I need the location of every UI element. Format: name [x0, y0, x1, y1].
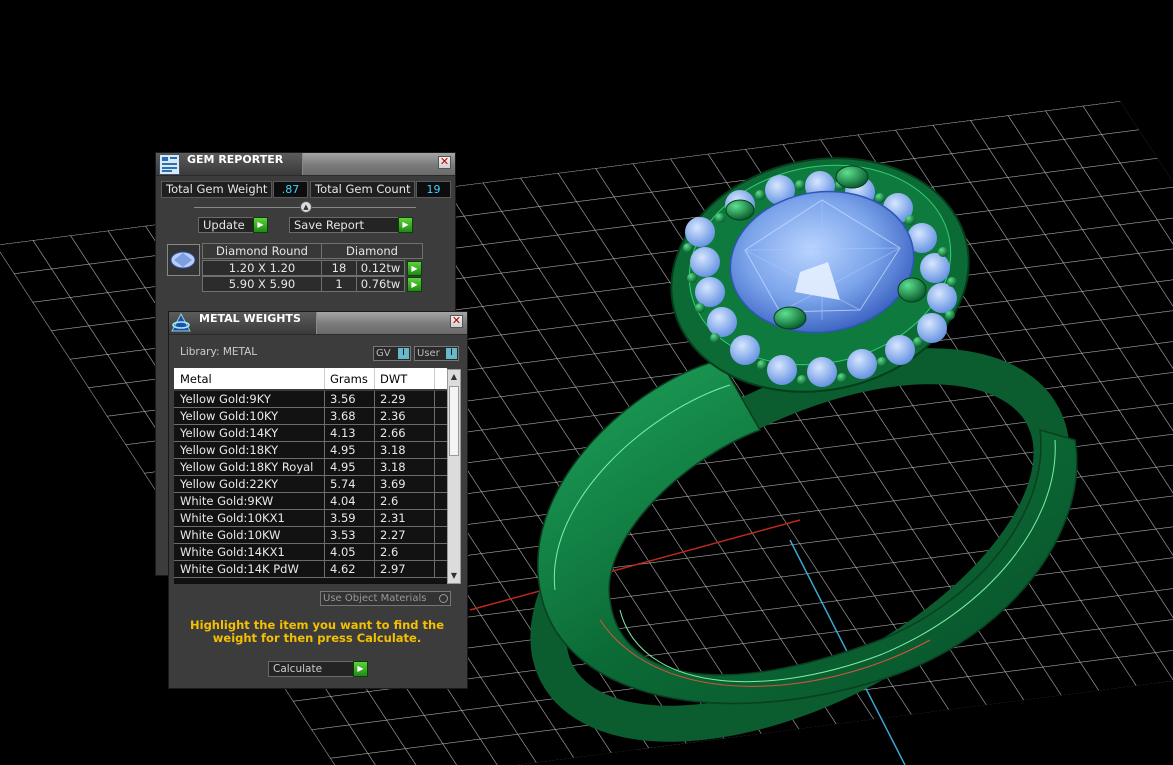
- table-row[interactable]: Yellow Gold:10KY 3.68 2.36: [174, 408, 447, 425]
- calculate-label: Calculate: [273, 663, 323, 675]
- dwt-value: 3.18: [380, 443, 406, 457]
- metal-name: Yellow Gold:18KY Royal: [180, 460, 314, 474]
- dwt-value: 2.27: [380, 528, 406, 542]
- grams-value: 3.53: [330, 528, 356, 542]
- table-row[interactable]: Yellow Gold:22KY 5.74 3.69: [174, 476, 447, 493]
- metal-name: White Gold:10KX1: [180, 511, 285, 525]
- grams-value: 4.62: [330, 562, 356, 576]
- metal-name: Yellow Gold:22KY: [180, 477, 279, 491]
- table-row[interactable]: White Gold:9KW 4.04 2.6: [174, 493, 447, 510]
- total-gem-weight-value: .87: [273, 181, 308, 198]
- checkbox-icon: [439, 594, 448, 603]
- calculate-button[interactable]: Calculate ▶: [268, 661, 368, 677]
- metal-name: Yellow Gold:9KY: [180, 392, 271, 406]
- metal-table[interactable]: Yellow Gold:9KY 3.56 2.29 Yellow Gold:10KY…: [174, 391, 447, 584]
- gem-row-size[interactable]: 1.20 X 1.20: [202, 260, 322, 276]
- green-arrow-icon[interactable]: ▶: [407, 277, 422, 292]
- library-label: Library: METAL: [180, 346, 258, 358]
- gem-reporter-close-button[interactable]: ✕: [438, 156, 451, 169]
- use-object-materials-toggle[interactable]: Use Object Materials: [320, 591, 451, 606]
- dwt-value: 2.31: [380, 511, 406, 525]
- table-row[interactable]: White Gold:10KX1 3.59 2.31: [174, 510, 447, 527]
- dwt-value: 2.66: [380, 426, 406, 440]
- metal-name: White Gold:10KW: [180, 528, 281, 542]
- toggle-indicator-icon: I: [446, 348, 457, 359]
- dwt-value: 2.6: [380, 545, 399, 559]
- update-button[interactable]: Update ▶: [198, 217, 268, 233]
- metal-weights-close-button[interactable]: ✕: [450, 315, 463, 328]
- table-row[interactable]: Yellow Gold:18KY Royal 4.95 3.18: [174, 459, 447, 476]
- collapse-toggle-icon[interactable]: ▲: [300, 201, 312, 213]
- gem-table-header-material: Diamond: [321, 243, 423, 259]
- metal-name: White Gold:14KX1: [180, 545, 285, 559]
- metal-name: Yellow Gold:14KY: [180, 426, 279, 440]
- calculate-hint-text: Highlight the item you want to find the …: [190, 618, 444, 645]
- gem-row-count[interactable]: 18: [321, 260, 357, 276]
- gv-toggle[interactable]: GV I: [373, 346, 411, 361]
- table-row[interactable]: White Gold:10KW 3.53 2.27: [174, 527, 447, 544]
- gem-thumbnail: [167, 244, 200, 276]
- gem-row-count[interactable]: 1: [321, 276, 357, 292]
- table-row[interactable]: Yellow Gold:9KY 3.56 2.29: [174, 391, 447, 408]
- gem-row-size[interactable]: 5.90 X 5.90: [202, 276, 322, 292]
- grams-value: 3.56: [330, 392, 356, 406]
- gem-table-header-shape: Diamond Round: [202, 243, 322, 259]
- table-row[interactable]: Yellow Gold:18KY 4.95 3.18: [174, 442, 447, 459]
- metal-name: White Gold:14K PdW: [180, 562, 299, 576]
- dwt-value: 2.6: [380, 494, 399, 508]
- scroll-down-icon[interactable]: ▼: [448, 570, 460, 582]
- metal-table-scrollbar[interactable]: ▲ ▼: [447, 369, 461, 584]
- update-label: Update: [203, 218, 245, 232]
- gem-row-weight[interactable]: 0.12tw: [356, 260, 405, 276]
- metal-name: White Gold:9KW: [180, 494, 274, 508]
- green-arrow-icon: ▶: [253, 217, 268, 233]
- scroll-up-icon[interactable]: ▲: [448, 371, 460, 383]
- grams-value: 4.04: [330, 494, 356, 508]
- grams-value: 4.95: [330, 460, 356, 474]
- dwt-value: 2.36: [380, 409, 406, 423]
- metal-table-header: Metal Grams DWT: [174, 368, 447, 389]
- total-gem-count-value: 19: [416, 181, 451, 198]
- toggle-indicator-icon: I: [398, 348, 409, 359]
- green-arrow-icon: ▶: [398, 217, 413, 233]
- metal-weights-title: METAL WEIGHTS: [199, 312, 301, 325]
- gem-reporter-title: GEM REPORTER: [187, 153, 284, 166]
- grams-value: 4.95: [330, 443, 356, 457]
- dwt-value: 3.18: [380, 460, 406, 474]
- use-object-materials-label: Use Object Materials: [323, 593, 427, 604]
- table-row[interactable]: White Gold:14KX1 4.05 2.6: [174, 544, 447, 561]
- metal-name: Yellow Gold:18KY: [180, 443, 279, 457]
- dwt-value: 2.97: [380, 562, 406, 576]
- metal-column-header[interactable]: Metal: [180, 372, 212, 386]
- green-arrow-icon[interactable]: ▶: [407, 261, 422, 276]
- grams-value: 4.05: [330, 545, 356, 559]
- save-report-label: Save Report: [294, 218, 365, 232]
- dwt-value: 2.29: [380, 392, 406, 406]
- total-gem-weight-label: Total Gem Weight: [161, 181, 272, 198]
- table-row[interactable]: Yellow Gold:14KY 4.13 2.66: [174, 425, 447, 442]
- user-toggle[interactable]: User I: [414, 346, 459, 361]
- grams-value: 4.13: [330, 426, 356, 440]
- gem-report-icon: [159, 154, 180, 175]
- table-row[interactable]: White Gold:14K PdW 4.62 2.97: [174, 561, 447, 578]
- gem-row-weight[interactable]: 0.76tw: [356, 276, 405, 292]
- dwt-value: 3.69: [380, 477, 406, 491]
- gv-toggle-label: GV: [376, 348, 391, 359]
- save-report-button[interactable]: Save Report ▶: [289, 217, 413, 233]
- grams-column-header[interactable]: Grams: [330, 372, 368, 386]
- grams-value: 3.59: [330, 511, 356, 525]
- metal-name: Yellow Gold:10KY: [180, 409, 279, 423]
- green-arrow-icon: ▶: [353, 661, 368, 677]
- gem-reporter-titlebar[interactable]: GEM REPORTER ✕: [156, 153, 455, 176]
- total-gem-count-label: Total Gem Count: [310, 181, 415, 198]
- metal-weights-titlebar[interactable]: METAL WEIGHTS ✕: [169, 312, 467, 335]
- grams-value: 5.74: [330, 477, 356, 491]
- dwt-column-header[interactable]: DWT: [380, 372, 407, 386]
- grams-value: 3.68: [330, 409, 356, 423]
- user-toggle-label: User: [417, 348, 440, 359]
- scroll-thumb[interactable]: [449, 386, 459, 456]
- scale-icon: [169, 312, 193, 334]
